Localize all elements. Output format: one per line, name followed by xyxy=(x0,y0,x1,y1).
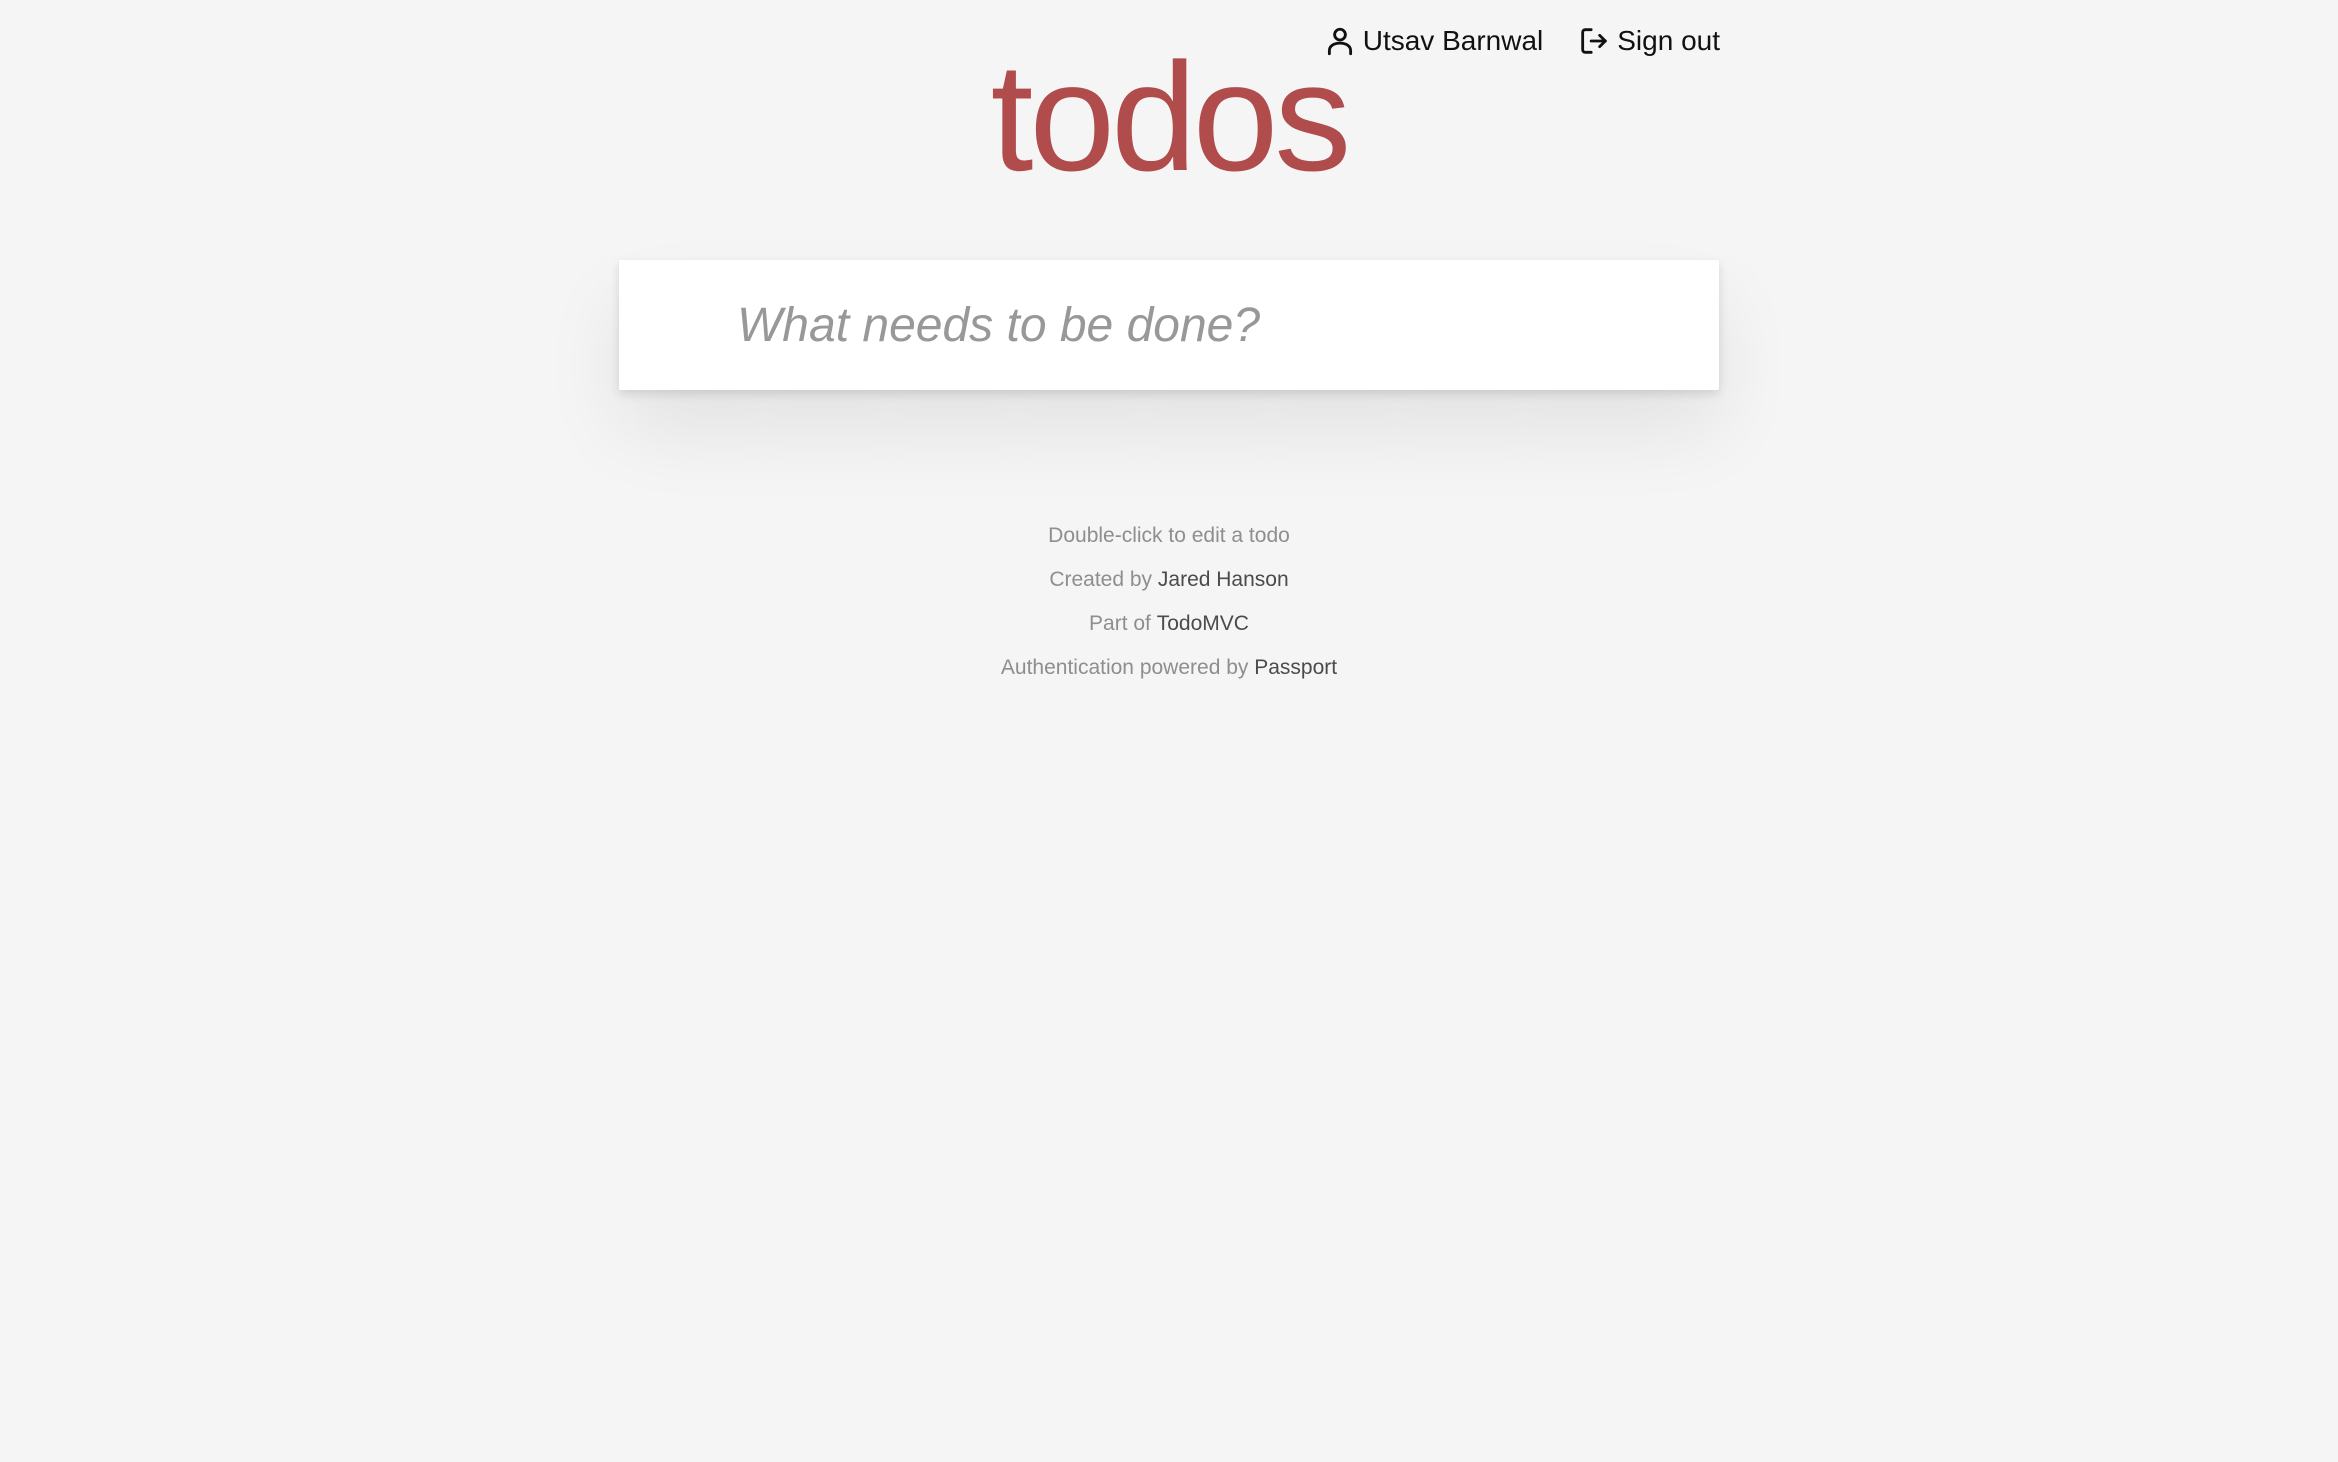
created-by-line: Created by Jared Hanson xyxy=(0,558,2338,602)
part-of-line: Part of TodoMVC xyxy=(0,602,2338,646)
todomvc-link[interactable]: TodoMVC xyxy=(1157,612,1249,635)
jared-hanson-link[interactable]: Jared Hanson xyxy=(1158,568,1289,591)
todo-page: Utsav Barnwal Sign out todos Double-clic… xyxy=(0,0,2338,1462)
edit-hint: Double-click to edit a todo xyxy=(1048,524,1290,547)
app-title: todos xyxy=(990,31,1352,203)
new-todo-panel xyxy=(619,260,1719,390)
authentication-prefix: Authentication powered by xyxy=(1000,656,1249,679)
passport-link[interactable]: Passport xyxy=(1254,656,1337,679)
part-of-prefix: Part of xyxy=(1089,612,1151,635)
created-by-prefix: Created by xyxy=(1049,568,1153,591)
new-todo-input[interactable] xyxy=(619,260,1719,390)
info-footer: Double-click to edit a todo Created by J… xyxy=(0,514,2338,690)
authentication-line: Authentication powered by Passport xyxy=(0,646,2338,690)
